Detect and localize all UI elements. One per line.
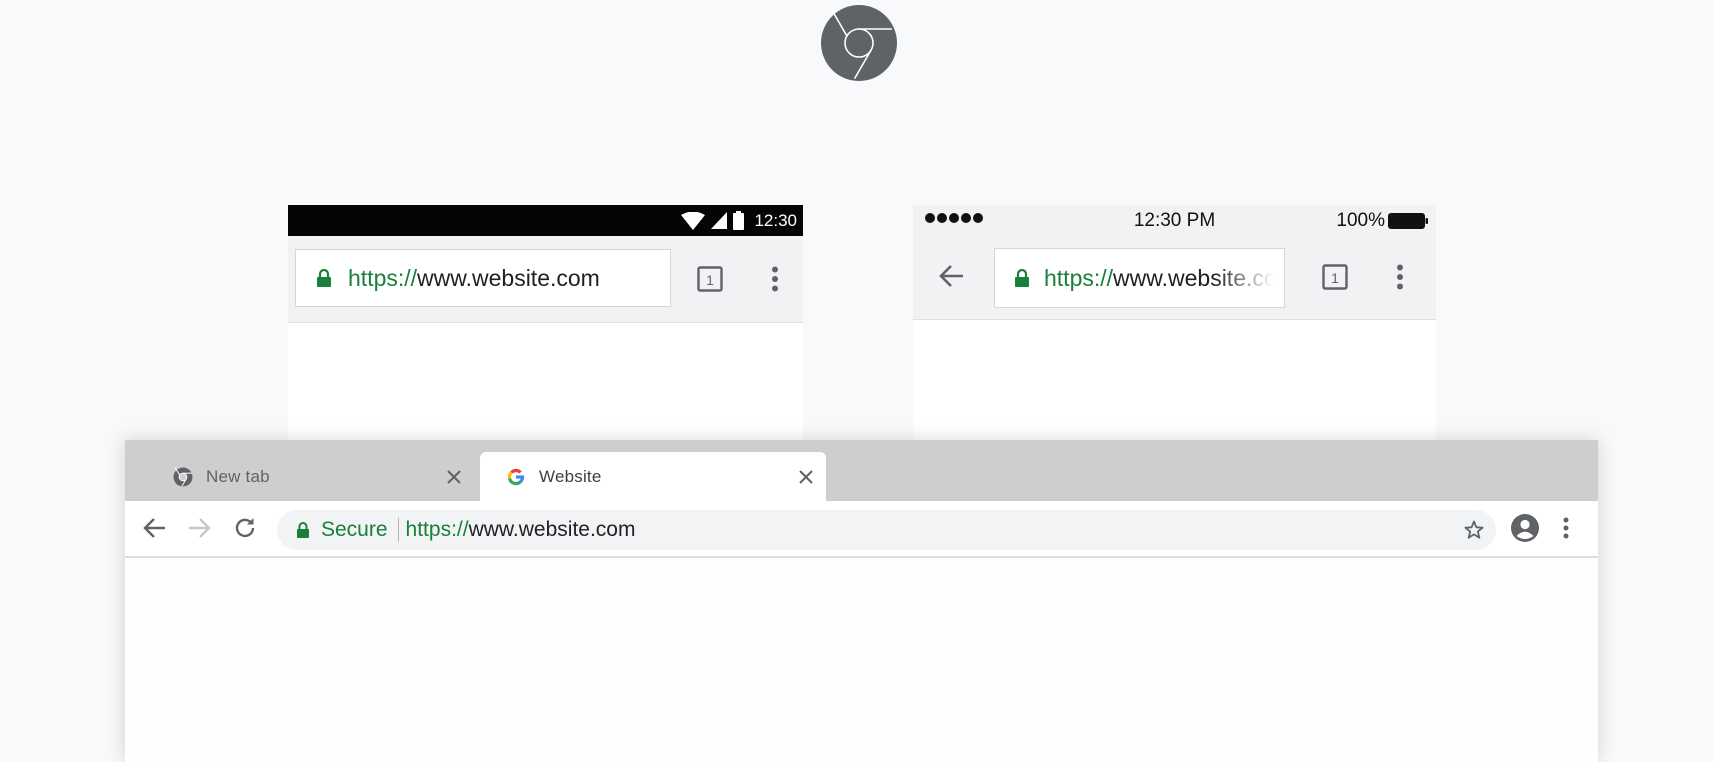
url-scheme: https:// — [348, 264, 418, 291]
desktop-browser-window: New tab Website Secure https://www.websi… — [125, 440, 1598, 762]
omnibox-divider — [397, 518, 399, 542]
signal-icon — [711, 212, 728, 229]
chrome-logo-icon — [821, 5, 897, 81]
back-arrow-icon[interactable] — [143, 516, 167, 540]
more-vert-icon[interactable] — [1396, 264, 1404, 290]
ios-tab-count: 1 — [1331, 270, 1339, 286]
url-host: www.website.com — [468, 518, 636, 541]
omnibox[interactable]: Secure https://www.website.com — [277, 510, 1496, 550]
close-icon[interactable] — [799, 469, 813, 484]
ios-status-bar: 12:30 PM 100% — [913, 205, 1436, 237]
android-device-mockup: 12:30 https://www.website.com 1 — [288, 205, 803, 440]
omnibox-url: https://www.website.com — [406, 518, 636, 542]
bookmark-star-icon[interactable] — [1464, 520, 1484, 540]
ios-device-mockup: 12:30 PM 100% https://www.website.com 1 — [913, 205, 1436, 440]
url-fade-overlay — [1214, 249, 1284, 307]
android-status-bar: 12:30 — [288, 205, 803, 236]
forward-arrow-icon[interactable] — [187, 516, 211, 540]
android-url: https://www.website.com — [348, 265, 600, 292]
ios-toolbar: https://www.website.com 1 — [913, 237, 1436, 320]
tab-switcher-icon[interactable]: 1 — [697, 266, 723, 292]
ios-omnibox[interactable]: https://www.website.com — [994, 248, 1285, 308]
tab-title: New tab — [206, 466, 270, 486]
android-toolbar: https://www.website.com 1 — [288, 236, 803, 323]
android-tab-count: 1 — [706, 272, 714, 288]
android-status-time: 12:30 — [754, 210, 797, 230]
url-scheme: https:// — [1044, 264, 1114, 291]
lock-icon — [317, 269, 331, 287]
close-icon[interactable] — [447, 469, 461, 484]
url-scheme: https:// — [405, 518, 469, 541]
ios-battery-percent: 100% — [1336, 210, 1385, 231]
back-arrow-icon[interactable] — [939, 263, 965, 289]
android-omnibox[interactable]: https://www.website.com — [295, 249, 671, 307]
reload-icon[interactable] — [233, 516, 257, 540]
lock-icon — [297, 522, 309, 538]
lock-icon — [1015, 269, 1029, 287]
page-content-area — [125, 558, 1598, 762]
security-chip-label: Secure — [321, 518, 388, 541]
battery-icon — [733, 211, 745, 230]
more-vert-icon[interactable] — [771, 266, 779, 292]
more-vert-icon[interactable] — [1563, 517, 1569, 539]
tab-title: Website — [539, 466, 602, 486]
tab-website[interactable]: Website — [480, 452, 826, 501]
account-avatar-icon[interactable] — [1511, 514, 1539, 542]
tab-new-tab[interactable]: New tab — [143, 452, 473, 501]
tab-strip: New tab Website — [125, 440, 1598, 501]
wifi-icon — [681, 211, 706, 230]
tab-switcher-icon[interactable]: 1 — [1322, 264, 1348, 290]
google-favicon-icon — [506, 467, 526, 487]
url-host: www.website.com — [417, 264, 600, 291]
battery-icon — [1388, 213, 1428, 229]
chrome-favicon-icon — [173, 467, 193, 487]
browser-toolbar: Secure https://www.website.com — [125, 501, 1598, 558]
